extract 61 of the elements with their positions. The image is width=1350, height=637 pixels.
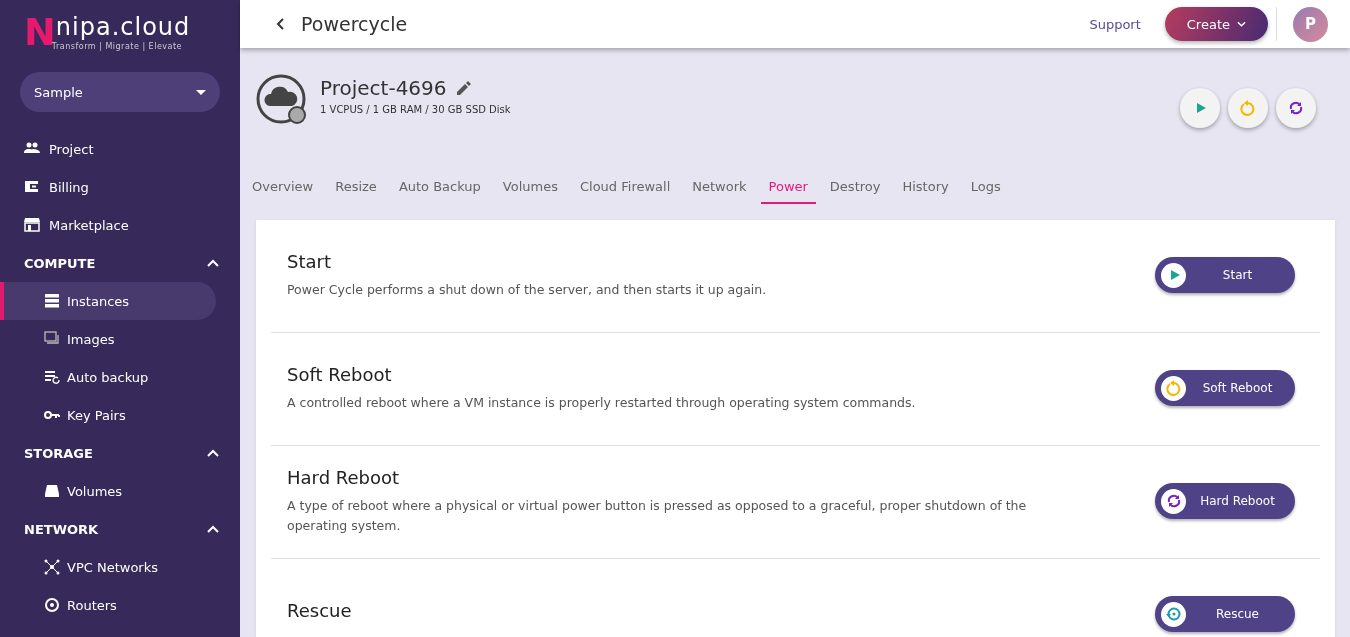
nav-section-header[interactable]: STORAGE — [0, 434, 240, 472]
router-icon — [44, 597, 60, 613]
tab[interactable]: Power — [760, 168, 816, 204]
action-button[interactable]: Start — [1155, 257, 1295, 293]
tab[interactable]: History — [894, 168, 957, 204]
nav-item[interactable]: Routers — [0, 586, 216, 624]
action-button[interactable]: Rescue — [1155, 596, 1295, 632]
nav-item[interactable]: Billing — [0, 168, 216, 206]
chevron-icon — [1237, 21, 1246, 27]
section-title: Rescue — [287, 599, 353, 621]
tab[interactable]: Logs — [962, 168, 1009, 204]
nav-item[interactable]: VPC Networks — [0, 548, 216, 586]
nav-item[interactable]: Auto backup — [0, 358, 216, 396]
create-button[interactable]: Create — [1164, 7, 1268, 41]
list-refresh-icon — [44, 369, 60, 385]
tab[interactable]: Network — [684, 168, 755, 204]
instance-specs: 1 VCPUS / 1 GB RAM / 30 GB SSD Disk — [320, 104, 511, 115]
section-title: Hard Reboot — [287, 466, 401, 488]
tab[interactable]: Resize — [327, 168, 385, 204]
nav-section-header[interactable]: NETWORK — [0, 510, 240, 548]
drive-icon — [44, 483, 60, 499]
tab[interactable]: Destroy — [821, 168, 889, 204]
sync-icon — [1165, 493, 1182, 509]
storefront-icon — [24, 217, 40, 233]
round-action-button[interactable] — [1276, 88, 1316, 128]
restart-icon — [1240, 100, 1256, 116]
nav-item[interactable]: Key Pairs — [0, 396, 216, 434]
nav-item[interactable]: Project — [0, 130, 216, 168]
server-icon — [44, 293, 60, 309]
tab[interactable]: Auto Backup — [390, 168, 489, 204]
sync-icon — [1288, 100, 1304, 116]
action-button[interactable]: Hard Reboot — [1155, 483, 1295, 519]
section-title: Soft Reboot — [287, 363, 393, 385]
nav-item[interactable]: Instances — [0, 282, 216, 320]
nav-item[interactable]: Volumes — [0, 472, 216, 510]
tab[interactable]: Cloud Firewall — [571, 168, 679, 204]
stacked-windows-icon — [44, 331, 60, 347]
nav-section-header[interactable]: COMPUTE — [0, 244, 240, 282]
section-description: A type of reboot where a physical or virtual power button is pressed as opposed to a graceful, proper shutdown of the operating system. — [287, 496, 1027, 535]
section-description: A controlled reboot where a VM instance is properly restarted through operating system commands. — [287, 393, 917, 412]
nav-item[interactable]: Images — [0, 320, 216, 358]
logo-tagline: Transform | Migrate | Elevate — [51, 42, 183, 51]
cloud-status-icon — [256, 74, 308, 126]
instance-name: Project-4696 — [320, 76, 447, 100]
tab[interactable]: Volumes — [494, 168, 566, 204]
page-title: Powercycle — [301, 13, 408, 35]
project-select[interactable]: Sample — [20, 72, 220, 112]
action-button[interactable]: Soft Reboot — [1155, 370, 1295, 406]
network-nodes-icon — [44, 559, 60, 575]
section-description: Power Cycle performs a shut down of the server, and then starts it up again. — [287, 280, 768, 299]
tab[interactable]: Overview — [244, 168, 322, 204]
support-link[interactable]: Support — [1089, 16, 1141, 32]
restart-icon — [1165, 380, 1182, 396]
logo-name: nipa.cloud — [55, 12, 191, 42]
section-title: Start — [287, 250, 332, 272]
nav-item[interactable]: Marketplace — [0, 206, 216, 244]
caret-icon — [196, 89, 206, 95]
wallet-icon — [24, 179, 40, 195]
back-icon[interactable] — [276, 18, 284, 30]
history-icon — [1165, 606, 1182, 622]
pencil-icon[interactable] — [456, 81, 471, 95]
